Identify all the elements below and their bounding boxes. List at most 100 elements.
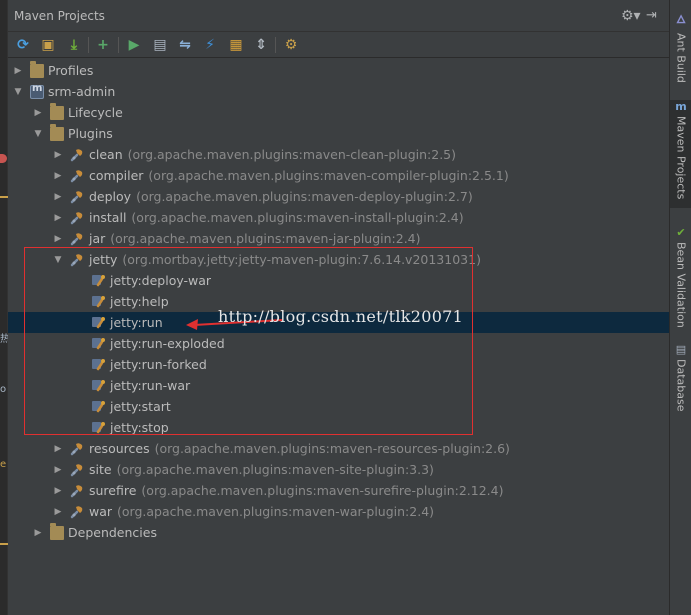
toggle-offline-icon[interactable]: ⇋ [176,36,194,54]
editor-gutter-strip: 热 o e [0,0,8,615]
plugin-item[interactable]: ▶ resources (org.apache.maven.plugins:mave… [8,438,669,459]
plugin-icon [70,252,85,267]
goal-item[interactable]: jetty:run-war [8,375,669,396]
side-tab-ant-build[interactable]: 🜂 Ant Build [670,8,691,86]
tree-node-label: install [89,210,127,225]
skip-tests-icon[interactable]: ⚡ [201,36,219,54]
folder-icon [50,102,64,120]
gear-icon[interactable]: ⚙▾ [621,8,641,24]
goal-item[interactable]: jetty:deploy-war [8,270,669,291]
tree-node[interactable]: ▶ Lifecycle [8,102,669,123]
plugin-item[interactable]: ▶ war (org.apache.maven.plugins:maven-war-… [8,501,669,522]
expand-arrow-icon[interactable]: ▶ [52,212,64,224]
download-icon[interactable]: ⤓ [65,36,83,54]
expand-arrow-icon[interactable]: ▶ [52,170,64,182]
plugin-item[interactable]: ▶ deploy (org.apache.maven.plugins:maven-d… [8,186,669,207]
plugin-item[interactable]: ▶ install (org.apache.maven.plugins:maven-… [8,207,669,228]
goal-icon [91,336,106,351]
collapse-arrow-icon[interactable]: ▼ [32,128,44,140]
goal-item[interactable]: jetty:run-exploded [8,333,669,354]
expand-arrow-icon[interactable]: ▶ [12,65,24,77]
plugin-coordinates: (org.apache.maven.plugins:maven-clean-pl… [127,147,457,162]
goal-icon [91,273,106,288]
side-tab-label: Ant Build [674,33,688,83]
add-icon[interactable]: + [94,36,112,54]
panel-title: Maven Projects [14,9,105,23]
collapse-arrow-icon[interactable]: ▼ [52,254,64,266]
goal-item[interactable]: jetty:run-forked [8,354,669,375]
expand-arrow-icon[interactable]: ▶ [52,506,64,518]
plugin-item[interactable]: ▼ jetty (org.mortbay.jetty:jetty-maven-plu… [8,249,669,270]
plugin-coordinates: (org.apache.maven.plugins:maven-war-plug… [117,504,435,519]
goal-item[interactable]: jetty:stop [8,417,669,438]
error-marker [0,154,7,163]
plugin-coordinates: (org.apache.maven.plugins:maven-deploy-p… [136,189,473,204]
expand-arrow-icon[interactable]: ▶ [52,233,64,245]
plugin-icon [70,147,85,162]
toolbar-separator [88,37,89,53]
goal-icon [91,357,106,372]
plugin-icon [70,462,85,477]
expand-arrow-icon[interactable]: ▶ [52,485,64,497]
tree-node-label: jetty:run-exploded [110,336,225,351]
plugin-coordinates: (org.mortbay.jetty:jetty-maven-plugin:7.… [122,252,481,267]
expand-arrow-icon[interactable]: ▶ [32,527,44,539]
plugin-icon [70,168,85,183]
tree-node-label: jetty:stop [110,420,169,435]
expand-arrow-icon[interactable]: ▶ [52,191,64,203]
show-dependencies-icon[interactable]: ▦ [227,36,245,54]
tree-node[interactable]: ▶ Profiles [8,60,669,81]
tree-node-label: Dependencies [68,525,157,540]
goal-icon [91,420,106,435]
tree-node-label: Lifecycle [68,105,123,120]
folder-icon [30,60,44,78]
expand-arrow-icon[interactable]: ▶ [32,107,44,119]
plugin-icon [70,504,85,519]
side-tab-maven-projects[interactable]: m Maven Projects [670,100,691,208]
tree-node[interactable]: ▼ Plugins [8,123,669,144]
plugin-item[interactable]: ▶ site (org.apache.maven.plugins:maven-sit… [8,459,669,480]
plugin-item[interactable]: ▶ surefire (org.apache.maven.plugins:maven… [8,480,669,501]
tree-node-label: resources [89,441,150,456]
collapse-arrow-icon[interactable]: ▼ [12,86,24,98]
side-tab-database[interactable]: ▤ Database [670,343,691,419]
database-icon: ▤ [675,343,687,356]
goal-icon [91,294,106,309]
tree-node-label: clean [89,147,123,162]
goal-item[interactable]: jetty:start [8,396,669,417]
tree-node[interactable]: ▼ srm-admin [8,81,669,102]
folder-icon [50,522,64,540]
settings-icon[interactable]: ⚙ [282,36,300,54]
plugin-coordinates: (org.apache.maven.plugins:maven-site-plu… [116,462,434,477]
plugin-coordinates: (org.apache.maven.plugins:maven-jar-plug… [110,231,421,246]
folder-icon [50,123,64,141]
gutter-text: o [0,384,7,395]
hide-panel-icon[interactable]: ⇥ [646,8,664,24]
tree-node-label: Plugins [68,126,113,141]
plugin-item[interactable]: ▶ compiler (org.apache.maven.plugins:maven… [8,165,669,186]
tree-node-label: jetty [89,252,118,267]
expand-arrow-icon[interactable]: ▶ [52,464,64,476]
tree-node-label: jetty:run-forked [110,357,207,372]
plugin-item[interactable]: ▶ jar (org.apache.maven.plugins:maven-jar-… [8,228,669,249]
plugin-coordinates: (org.apache.maven.plugins:maven-install-… [131,210,464,225]
tree-node-label: jetty:run-war [110,378,191,393]
plugin-coordinates: (org.apache.maven.plugins:maven-compiler… [148,168,509,183]
tree-node-label: compiler [89,168,144,183]
right-tool-bar: 🜂 Ant Build m Maven Projects ✔ Bean Validatio… [669,0,691,615]
expand-arrow-icon[interactable]: ▶ [52,443,64,455]
tree-node[interactable]: ▶ Dependencies [8,522,669,543]
side-tab-bean-validation[interactable]: ✔ Bean Validation [670,226,691,330]
expand-arrow-icon[interactable]: ▶ [52,149,64,161]
plugin-icon [70,210,85,225]
panel-titlebar: Maven Projects ⚙▾ ⇥ [8,0,669,32]
run-icon[interactable]: ▶ [125,36,143,54]
collapse-all-icon[interactable]: ⇕ [252,36,270,54]
ant-icon: 🜂 [676,13,686,26]
generate-sources-icon[interactable]: ▣ [39,36,57,54]
reimport-icon[interactable]: ⟳ [14,36,32,54]
bean-icon: ✔ [676,226,686,239]
run-config-icon[interactable]: ▤ [151,36,169,54]
plugin-item[interactable]: ▶ clean (org.apache.maven.plugins:maven-cl… [8,144,669,165]
side-tab-label: Database [674,359,688,412]
